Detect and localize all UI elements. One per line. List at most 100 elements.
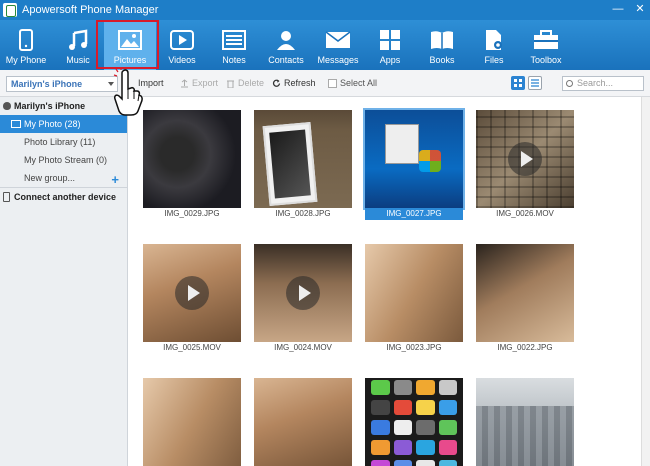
- connect-device-button[interactable]: Connect another device: [0, 188, 127, 206]
- tab-toolbox[interactable]: Toolbox: [520, 20, 572, 70]
- photo-thumbnail[interactable]: [254, 378, 352, 466]
- photo-caption: IMG_0023.JPG: [386, 343, 442, 352]
- apps-grid-icon: [377, 28, 403, 52]
- tab-label: Contacts: [268, 55, 304, 65]
- notes-icon: [221, 28, 247, 52]
- pointer-hand-icon: [113, 69, 143, 116]
- list-view-icon: [531, 79, 539, 87]
- photo-caption: IMG_0029.JPG: [164, 209, 220, 218]
- photo-thumbnail-selected[interactable]: [363, 108, 465, 210]
- title-bar: Apowersoft Phone Manager — ✕: [0, 0, 650, 20]
- photo-album-icon: [11, 120, 21, 128]
- tab-label: Music: [66, 55, 90, 65]
- refresh-button[interactable]: Refresh: [272, 78, 316, 88]
- refresh-icon: [272, 79, 281, 88]
- photo-thumbnail[interactable]: [365, 244, 463, 342]
- sidebar-item-new-group[interactable]: New group... +: [0, 169, 127, 187]
- phone-icon: [13, 28, 39, 52]
- contact-person-icon: [273, 28, 299, 52]
- export-icon: [180, 78, 189, 88]
- grid-view-button[interactable]: [511, 76, 525, 90]
- tab-contacts[interactable]: Contacts: [260, 20, 312, 70]
- app-logo-icon: [3, 3, 17, 17]
- play-icon: [286, 276, 320, 310]
- photo-thumbnail[interactable]: [476, 378, 574, 466]
- photo-caption: IMG_0026.MOV: [496, 209, 554, 218]
- sidebar-item-label: New group...: [24, 173, 76, 183]
- photo-thumbnail[interactable]: [365, 378, 463, 466]
- toolbox-icon: [533, 28, 559, 52]
- list-view-button[interactable]: [528, 76, 542, 90]
- book-icon: [429, 28, 455, 52]
- device-icon: [3, 192, 10, 202]
- video-play-icon: [169, 28, 195, 52]
- tab-my-phone[interactable]: My Phone: [0, 20, 52, 70]
- tab-label: My Phone: [5, 55, 47, 65]
- tab-label: Toolbox: [530, 55, 562, 65]
- envelope-icon: [325, 28, 351, 52]
- sidebar-item-photo-stream[interactable]: My Photo Stream (0): [0, 151, 127, 169]
- export-label: Export: [192, 78, 219, 88]
- grid-view-icon: [514, 79, 522, 87]
- tab-messages[interactable]: Messages: [312, 20, 364, 70]
- tab-label: Videos: [168, 55, 196, 65]
- video-thumbnail[interactable]: [143, 244, 241, 342]
- photo-thumbnail[interactable]: [476, 244, 574, 342]
- photo-thumbnail[interactable]: [143, 378, 241, 466]
- music-note-icon: [65, 28, 91, 52]
- photo-caption: IMG_0028.JPG: [275, 209, 331, 218]
- highlight-frame: [96, 20, 159, 69]
- tab-notes[interactable]: Notes: [208, 20, 260, 70]
- tab-label: Apps: [379, 55, 401, 65]
- photo-thumbnail[interactable]: [143, 110, 241, 208]
- play-icon: [508, 142, 542, 176]
- tab-books[interactable]: Books: [416, 20, 468, 70]
- video-thumbnail[interactable]: [254, 244, 352, 342]
- photo-thumbnail[interactable]: [254, 110, 352, 208]
- photo-grid: IMG_0029.JPG IMG_0028.JPG IMG_0027.JPG I…: [129, 97, 650, 466]
- photo-caption: IMG_0027.JPG: [365, 208, 463, 220]
- tab-label: Messages: [317, 55, 359, 65]
- checkbox-icon: [328, 78, 337, 88]
- minimize-button[interactable]: —: [612, 2, 624, 16]
- photo-caption: IMG_0024.MOV: [274, 343, 332, 352]
- search-placeholder: Search...: [577, 78, 614, 88]
- tab-label: Files: [484, 55, 504, 65]
- select-all-checkbox[interactable]: Select All: [328, 78, 377, 88]
- close-button[interactable]: ✕: [634, 2, 646, 16]
- sidebar-item-photo-library[interactable]: Photo Library (11): [0, 133, 127, 151]
- export-button[interactable]: Export: [180, 78, 218, 88]
- search-input[interactable]: Search...: [562, 76, 644, 91]
- device-name: Marilyn's iPhone: [14, 101, 86, 111]
- sidebar: Marilyn's iPhone My Photo (28) Photo Lib…: [0, 97, 128, 466]
- tab-apps[interactable]: Apps: [364, 20, 416, 70]
- tab-files[interactable]: Files: [468, 20, 520, 70]
- sidebar-item-label: My Photo (28): [24, 119, 81, 129]
- select-all-label: Select All: [340, 78, 378, 88]
- connect-device-label: Connect another device: [14, 192, 117, 202]
- photo-caption: IMG_0025.MOV: [163, 343, 221, 352]
- sidebar-item-label: Photo Library (11): [24, 137, 96, 147]
- device-select-value: Marilyn's iPhone: [11, 79, 83, 89]
- tab-label: Books: [429, 55, 455, 65]
- window-title: Apowersoft Phone Manager: [22, 4, 159, 16]
- refresh-label: Refresh: [284, 78, 316, 88]
- device-select[interactable]: Marilyn's iPhone: [6, 76, 118, 92]
- video-thumbnail[interactable]: [476, 110, 574, 208]
- add-group-icon[interactable]: +: [111, 171, 119, 189]
- vertical-scrollbar[interactable]: [641, 97, 650, 466]
- photo-caption: IMG_0022.JPG: [497, 343, 553, 352]
- sidebar-device-header[interactable]: Marilyn's iPhone: [0, 97, 127, 115]
- tab-label: Notes: [222, 55, 246, 65]
- search-icon: [566, 80, 573, 87]
- trash-icon: [226, 79, 235, 88]
- sidebar-item-my-photo[interactable]: My Photo (28): [0, 115, 127, 133]
- delete-label: Delete: [238, 78, 265, 88]
- action-bar: Marilyn's iPhone Import Export Delete Re…: [0, 70, 650, 97]
- play-icon: [175, 276, 209, 310]
- delete-button[interactable]: Delete: [226, 78, 264, 88]
- tab-videos[interactable]: Videos: [156, 20, 208, 70]
- file-gear-icon: [481, 28, 507, 52]
- apple-icon: [3, 102, 11, 110]
- sidebar-item-label: My Photo Stream (0): [24, 155, 108, 165]
